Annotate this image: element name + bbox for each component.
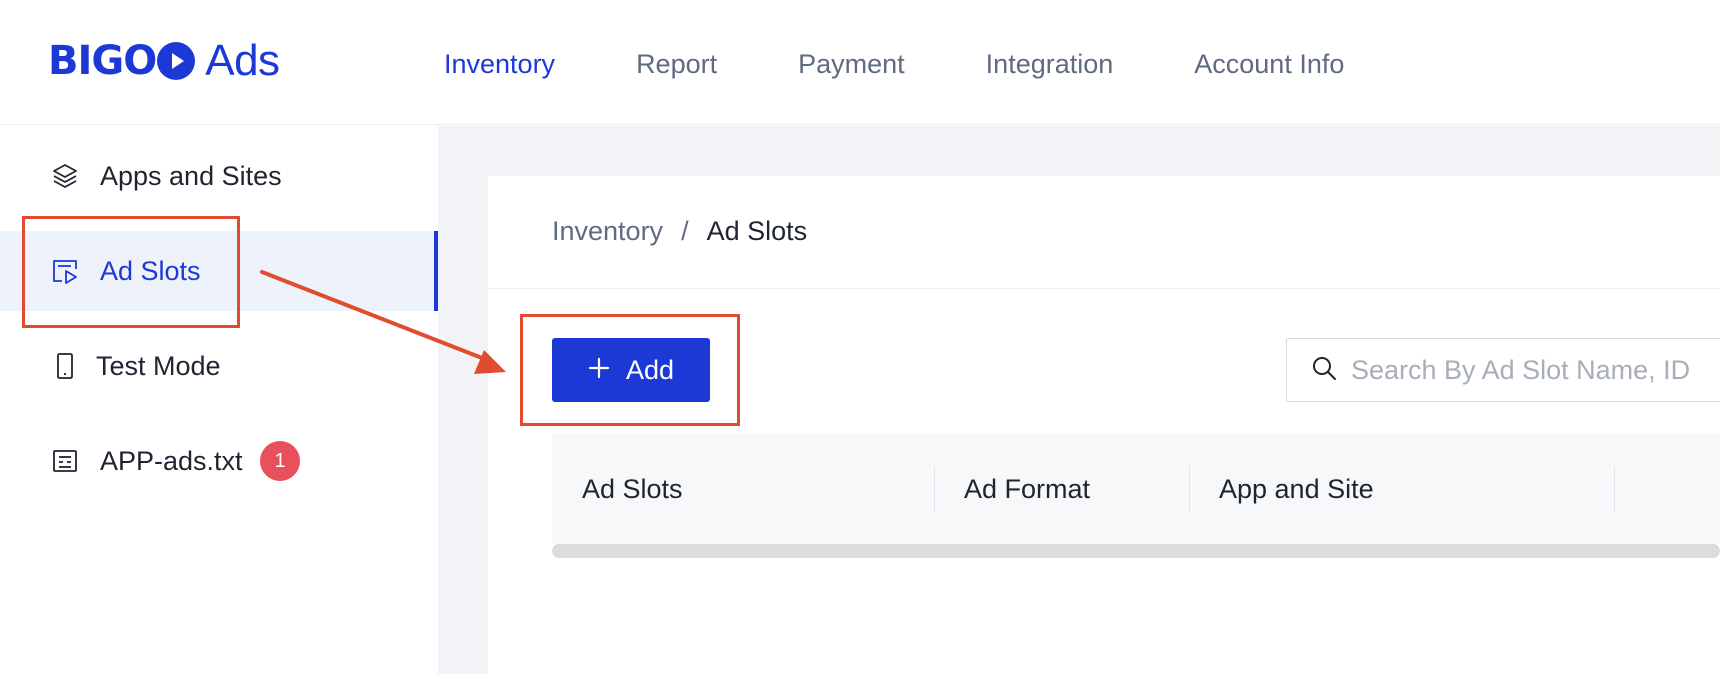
annotation-arrow: [260, 270, 506, 374]
app-root: BIGO Ads Inventory Report Payment Integr…: [0, 0, 1720, 674]
